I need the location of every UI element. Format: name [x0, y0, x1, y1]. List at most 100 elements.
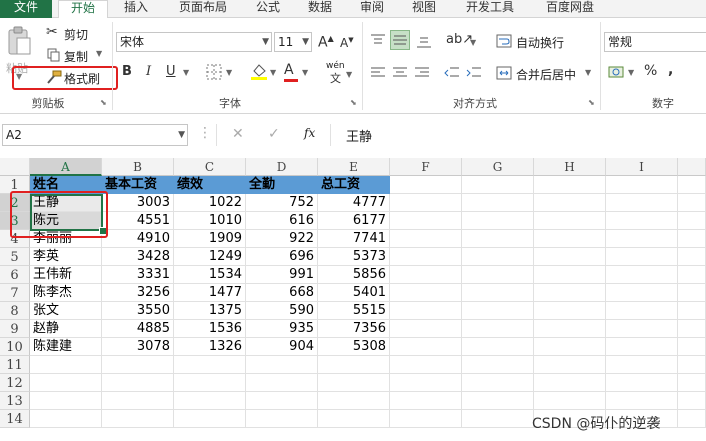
empty-cell[interactable] — [390, 248, 462, 266]
table-cell[interactable]: 3550 — [102, 302, 174, 320]
column-header-f[interactable]: F — [390, 158, 462, 176]
merge-dropdown-icon[interactable]: ▼ — [585, 68, 591, 77]
table-cell[interactable]: 991 — [246, 266, 318, 284]
tab-review[interactable]: 审阅 — [350, 0, 394, 18]
empty-cell[interactable] — [606, 392, 678, 410]
align-bottom-icon[interactable] — [416, 34, 432, 48]
empty-cell[interactable] — [102, 374, 174, 392]
orientation-dropdown-icon[interactable]: ▼ — [470, 38, 476, 47]
empty-cell[interactable] — [462, 410, 534, 428]
table-cell[interactable]: 4551 — [102, 212, 174, 230]
font-color-dropdown-icon[interactable]: ▼ — [302, 68, 308, 77]
empty-cell[interactable] — [678, 374, 706, 392]
column-header-a[interactable]: A — [30, 158, 102, 176]
table-cell[interactable]: 590 — [246, 302, 318, 320]
empty-cell[interactable] — [606, 212, 678, 230]
empty-cell[interactable] — [606, 284, 678, 302]
table-cell[interactable]: 赵静 — [30, 320, 102, 338]
empty-cell[interactable] — [390, 284, 462, 302]
empty-cell[interactable] — [30, 356, 102, 374]
font-color-button[interactable]: A — [284, 62, 298, 82]
italic-button[interactable]: I — [146, 64, 151, 79]
empty-cell[interactable] — [534, 374, 606, 392]
name-box[interactable]: A2 ▼ — [2, 124, 188, 146]
empty-cell[interactable] — [678, 320, 706, 338]
empty-cell[interactable] — [318, 410, 390, 428]
empty-cell[interactable] — [390, 392, 462, 410]
row-header[interactable]: 8 — [0, 302, 30, 320]
font-size-select[interactable]: 11 ▼ — [274, 32, 312, 52]
merge-center-button[interactable]: 合并后居中 ▼ — [496, 64, 596, 82]
empty-cell[interactable] — [318, 374, 390, 392]
table-cell[interactable]: 3078 — [102, 338, 174, 356]
empty-cell[interactable] — [390, 176, 462, 194]
font-name-select[interactable]: 宋体 ▼ — [116, 32, 272, 52]
empty-cell[interactable] — [678, 356, 706, 374]
empty-cell[interactable] — [462, 392, 534, 410]
empty-cell[interactable] — [390, 212, 462, 230]
insert-function-button[interactable]: fx — [304, 126, 315, 140]
wrap-text-button[interactable]: 自动换行 — [496, 32, 576, 50]
font-dialog-launcher[interactable]: ⬊ — [350, 98, 357, 107]
table-cell[interactable]: 922 — [246, 230, 318, 248]
empty-cell[interactable] — [174, 356, 246, 374]
tab-data[interactable]: 数据 — [298, 0, 342, 18]
table-cell[interactable]: 668 — [246, 284, 318, 302]
phonetic-dropdown-icon[interactable]: ▼ — [346, 70, 352, 79]
empty-cell[interactable] — [462, 338, 534, 356]
row-header[interactable]: 10 — [0, 338, 30, 356]
empty-cell[interactable] — [390, 266, 462, 284]
row-header[interactable]: 12 — [0, 374, 30, 392]
empty-cell[interactable] — [534, 266, 606, 284]
empty-cell[interactable] — [462, 284, 534, 302]
table-cell[interactable]: 696 — [246, 248, 318, 266]
row-header[interactable]: 9 — [0, 320, 30, 338]
copy-button[interactable]: 复制 ▼ — [46, 46, 108, 64]
clipboard-dialog-launcher[interactable]: ⬊ — [100, 98, 107, 107]
header-cell[interactable]: 基本工资 — [102, 176, 174, 194]
accounting-dropdown-icon[interactable]: ▼ — [628, 68, 634, 77]
tab-view[interactable]: 视图 — [402, 0, 446, 18]
increase-font-size-button[interactable]: A▲ — [318, 34, 334, 51]
empty-cell[interactable] — [174, 392, 246, 410]
empty-cell[interactable] — [102, 392, 174, 410]
table-cell[interactable]: 5515 — [318, 302, 390, 320]
table-cell[interactable]: 1534 — [174, 266, 246, 284]
empty-cell[interactable] — [390, 194, 462, 212]
column-header-d[interactable]: D — [246, 158, 318, 176]
decrease-indent-icon[interactable] — [444, 66, 460, 80]
empty-cell[interactable] — [30, 374, 102, 392]
empty-cell[interactable] — [534, 194, 606, 212]
empty-cell[interactable] — [462, 374, 534, 392]
empty-cell[interactable] — [390, 356, 462, 374]
decrease-font-size-button[interactable]: A▼ — [340, 36, 354, 50]
formula-input[interactable]: 王静 — [346, 126, 372, 145]
empty-cell[interactable] — [534, 320, 606, 338]
table-cell[interactable]: 752 — [246, 194, 318, 212]
empty-cell[interactable] — [462, 320, 534, 338]
empty-cell[interactable] — [534, 356, 606, 374]
header-cell[interactable]: 全勤 — [246, 176, 318, 194]
select-all-corner[interactable] — [0, 158, 30, 176]
empty-cell[interactable] — [678, 230, 706, 248]
empty-cell[interactable] — [678, 302, 706, 320]
empty-cell[interactable] — [606, 266, 678, 284]
table-cell[interactable]: 5856 — [318, 266, 390, 284]
table-cell[interactable]: 4777 — [318, 194, 390, 212]
align-left-icon[interactable] — [370, 66, 386, 80]
empty-cell[interactable] — [462, 212, 534, 230]
header-cell[interactable]: 总工资 — [318, 176, 390, 194]
empty-cell[interactable] — [174, 374, 246, 392]
row-header[interactable]: 5 — [0, 248, 30, 266]
empty-cell[interactable] — [678, 392, 706, 410]
empty-cell[interactable] — [462, 266, 534, 284]
empty-cell[interactable] — [390, 410, 462, 428]
column-header-g[interactable]: G — [462, 158, 534, 176]
underline-button[interactable]: U — [166, 64, 176, 79]
empty-cell[interactable] — [678, 338, 706, 356]
empty-cell[interactable] — [390, 338, 462, 356]
tab-formulas[interactable]: 公式 — [246, 0, 290, 18]
column-header-i[interactable]: I — [606, 158, 678, 176]
empty-cell[interactable] — [390, 230, 462, 248]
table-cell[interactable]: 7356 — [318, 320, 390, 338]
